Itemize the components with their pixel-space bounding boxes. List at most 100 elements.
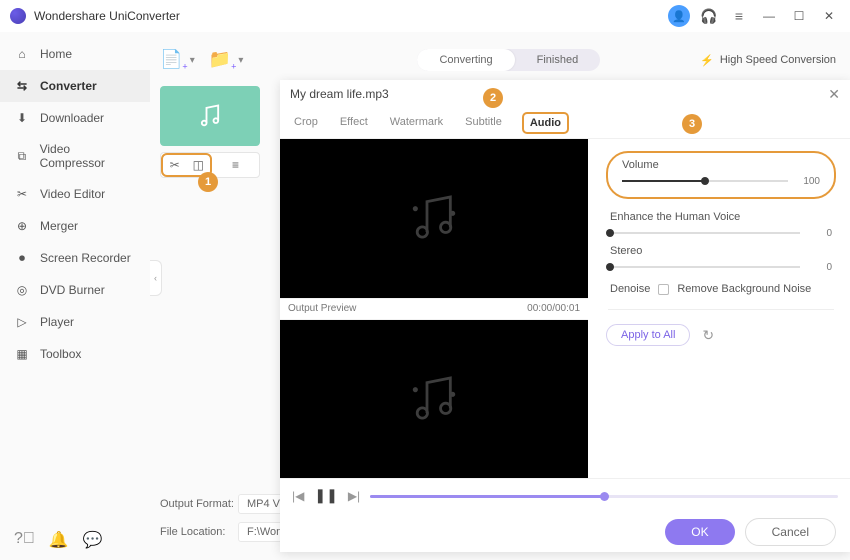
preview-time: 00:00/00:01 bbox=[527, 303, 580, 314]
hamburger-menu-icon[interactable]: ≡ bbox=[728, 5, 750, 27]
audio-editor-panel: My dream life.mp3 ✕ Crop Effect Watermar… bbox=[280, 80, 850, 552]
audio-controls: Volume 100 Enhance the Human Voice 0 bbox=[588, 139, 850, 478]
help-icon[interactable]: ?⃝ bbox=[14, 530, 35, 550]
sidebar-item-player[interactable]: ▷ Player bbox=[0, 306, 150, 338]
divider bbox=[608, 309, 834, 310]
minimize-button[interactable]: — bbox=[758, 5, 780, 27]
content-toolbar: 📄+ ▾ 📁+ ▾ Converting Finished ⚡ High Spe… bbox=[160, 42, 836, 78]
sidebar-item-merger[interactable]: ⊕ Merger bbox=[0, 210, 150, 242]
transport-bar: |◀ ❚❚ ▶| bbox=[280, 478, 850, 512]
segment-finished[interactable]: Finished bbox=[515, 49, 601, 71]
crop-icon[interactable]: ◫ bbox=[187, 158, 211, 172]
reset-icon[interactable]: ↻ bbox=[702, 327, 714, 344]
person-icon: 👤 bbox=[672, 10, 686, 23]
sidebar-item-video-compressor[interactable]: ⧉ Video Compressor bbox=[0, 134, 150, 178]
tab-audio[interactable]: Audio bbox=[522, 112, 569, 134]
callout-badge-3: 3 bbox=[682, 114, 702, 134]
prev-button[interactable]: |◀ bbox=[292, 489, 304, 503]
high-speed-conversion-toggle[interactable]: ⚡ High Speed Conversion bbox=[700, 54, 836, 67]
chevron-down-icon: ▾ bbox=[238, 55, 243, 66]
editor-tabs: Crop Effect Watermark Subtitle Audio bbox=[280, 108, 850, 139]
merge-icon: ⊕ bbox=[14, 218, 30, 234]
sidebar-item-home[interactable]: ⌂ Home bbox=[0, 38, 150, 70]
close-button[interactable]: ✕ bbox=[818, 5, 840, 27]
preview-column: Output Preview 00:00/00:01 bbox=[280, 139, 588, 478]
add-folder-button[interactable]: 📁+ ▾ bbox=[209, 49, 244, 72]
disc-icon: ◎ bbox=[14, 282, 30, 298]
sidebar-item-video-editor[interactable]: ✂ Video Editor bbox=[0, 178, 150, 210]
sidebar: ⌂ Home ⇆ Converter ⬇ Downloader ⧉ Video … bbox=[0, 32, 150, 560]
file-thumbnail bbox=[160, 86, 260, 146]
output-format-label: Output Format: bbox=[160, 498, 238, 510]
tab-subtitle[interactable]: Subtitle bbox=[463, 112, 504, 138]
app-title: Wondershare UniConverter bbox=[34, 9, 180, 23]
sidebar-item-label: Merger bbox=[40, 219, 78, 233]
progress-slider[interactable] bbox=[370, 490, 838, 502]
play-icon: ▷ bbox=[14, 314, 30, 330]
record-icon: ⏺ bbox=[14, 250, 30, 266]
chevron-down-icon: ▾ bbox=[190, 55, 195, 66]
compress-icon: ⧉ bbox=[14, 148, 30, 164]
ok-button[interactable]: OK bbox=[665, 519, 734, 545]
sidebar-item-dvd-burner[interactable]: ◎ DVD Burner bbox=[0, 274, 150, 306]
stereo-slider[interactable] bbox=[610, 261, 800, 273]
sidebar-item-label: Home bbox=[40, 47, 72, 61]
apply-to-all-button[interactable]: Apply to All bbox=[606, 324, 690, 346]
pause-button[interactable]: ❚❚ bbox=[314, 487, 337, 504]
file-card[interactable]: ✂ ◫ ≡ bbox=[160, 86, 260, 178]
sidebar-item-downloader[interactable]: ⬇ Downloader bbox=[0, 102, 150, 134]
music-note-icon bbox=[196, 102, 224, 130]
tab-effect[interactable]: Effect bbox=[338, 112, 370, 138]
trim-icon[interactable]: ✂ bbox=[163, 158, 187, 172]
maximize-button[interactable]: ☐ bbox=[788, 5, 810, 27]
enhance-value: 0 bbox=[808, 228, 832, 239]
output-preview-row: Output Preview 00:00/00:01 bbox=[280, 298, 588, 320]
sidebar-item-label: Screen Recorder bbox=[40, 251, 131, 265]
callout-badge-1: 1 bbox=[198, 172, 218, 192]
preview-output bbox=[280, 320, 588, 479]
volume-value: 100 bbox=[796, 176, 820, 187]
preview-original bbox=[280, 139, 588, 298]
volume-slider[interactable] bbox=[622, 175, 788, 187]
download-icon: ⬇ bbox=[14, 110, 30, 126]
sidebar-item-label: Video Editor bbox=[40, 187, 105, 201]
more-icon[interactable]: ≡ bbox=[212, 153, 259, 177]
denoise-label: Denoise bbox=[610, 283, 650, 295]
folder-add-icon: 📁+ bbox=[209, 49, 237, 72]
output-preview-label: Output Preview bbox=[288, 303, 356, 314]
sidebar-item-label: Player bbox=[40, 315, 74, 329]
sidebar-item-label: Toolbox bbox=[40, 347, 81, 361]
hsc-label: High Speed Conversion bbox=[720, 54, 836, 66]
enhance-label: Enhance the Human Voice bbox=[610, 211, 832, 223]
bell-icon[interactable]: 🔔 bbox=[49, 530, 69, 550]
titlebar: Wondershare UniConverter 👤 🎧 ≡ — ☐ ✕ bbox=[0, 0, 850, 32]
converter-icon: ⇆ bbox=[14, 78, 30, 94]
stereo-label: Stereo bbox=[610, 245, 832, 257]
music-note-icon bbox=[406, 190, 462, 246]
tab-watermark[interactable]: Watermark bbox=[388, 112, 445, 138]
sidebar-item-screen-recorder[interactable]: ⏺ Screen Recorder bbox=[0, 242, 150, 274]
volume-label: Volume bbox=[622, 159, 820, 171]
grid-icon: ▦ bbox=[14, 346, 30, 362]
segment-converting[interactable]: Converting bbox=[417, 49, 514, 71]
add-file-button[interactable]: 📄+ ▾ bbox=[160, 49, 195, 72]
headset-icon[interactable]: 🎧 bbox=[698, 5, 720, 27]
sidebar-item-label: Video Compressor bbox=[40, 142, 136, 170]
enhance-slider[interactable] bbox=[610, 227, 800, 239]
sidebar-item-label: Downloader bbox=[40, 111, 104, 125]
next-button[interactable]: ▶| bbox=[348, 489, 360, 503]
close-icon[interactable]: ✕ bbox=[828, 86, 840, 103]
chat-icon[interactable]: 💬 bbox=[83, 530, 103, 550]
sidebar-item-toolbox[interactable]: ▦ Toolbox bbox=[0, 338, 150, 370]
sidebar-item-converter[interactable]: ⇆ Converter bbox=[0, 70, 150, 102]
sidebar-collapse-handle[interactable]: ‹ bbox=[150, 260, 162, 296]
cancel-button[interactable]: Cancel bbox=[745, 518, 836, 546]
tab-crop[interactable]: Crop bbox=[292, 112, 320, 138]
scissors-icon: ✂ bbox=[14, 186, 30, 202]
status-segment: Converting Finished bbox=[417, 49, 600, 71]
sidebar-item-label: DVD Burner bbox=[40, 283, 105, 297]
file-location-label: File Location: bbox=[160, 526, 238, 538]
home-icon: ⌂ bbox=[14, 46, 30, 62]
remove-noise-checkbox[interactable] bbox=[658, 284, 669, 295]
user-avatar[interactable]: 👤 bbox=[668, 5, 690, 27]
